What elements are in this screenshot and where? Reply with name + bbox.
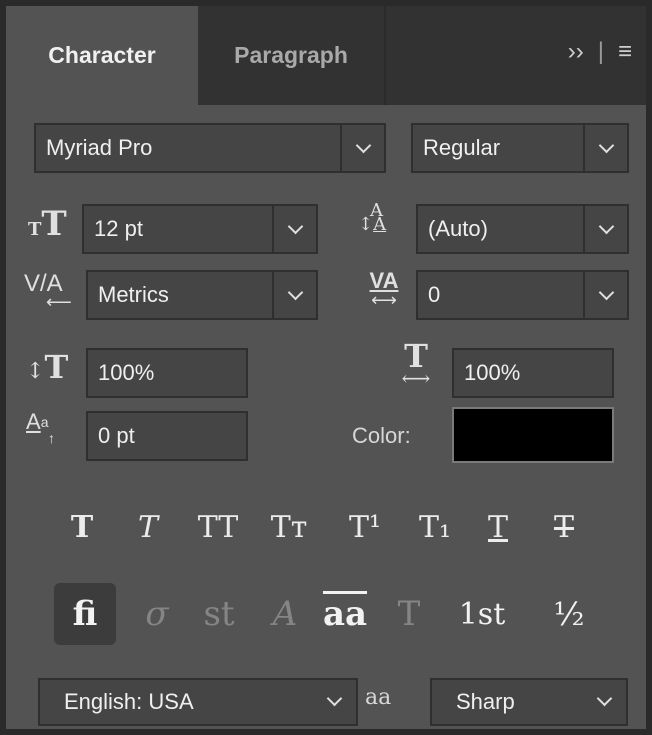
faux-italic-button[interactable]: T [122,505,174,549]
color-label: Color: [352,423,411,448]
kerning-value: Metrics [98,282,169,307]
tab-character[interactable]: Character [6,6,198,105]
chevron-down-icon [355,137,371,154]
faux-bold-button[interactable]: T [56,505,108,549]
discretionary-ligatures-button[interactable]: st [188,583,250,645]
antialiasing-icon: aa [365,685,392,710]
color-swatch[interactable] [452,407,614,463]
small-caps-button[interactable]: Tт [260,505,318,549]
font-size-icon: TT [28,204,67,244]
separator: | [597,38,604,65]
fractions-button[interactable]: ½ [538,583,600,645]
leading-dropdown[interactable]: (Auto) [416,204,629,254]
subscript-button[interactable]: T₁ [406,505,464,549]
chevron-down-icon [326,690,343,707]
menu-icon[interactable]: ≡ [618,38,632,66]
tracking-chevron[interactable] [583,272,627,318]
chevron-down-icon [598,218,614,235]
antialiasing-dropdown[interactable]: Sharp [430,678,628,726]
expand-icon[interactable]: ›› [568,38,584,66]
chevron-down-icon [596,690,613,707]
vertical-scale-input[interactable]: 100% [86,348,248,398]
standard-ligatures-button[interactable]: ﬁ [54,583,116,645]
language-dropdown[interactable]: English: USA [38,678,358,726]
tab-paragraph[interactable]: Paragraph [198,6,384,105]
tracking-value: 0 [428,282,441,307]
stylistic-alternates-button[interactable]: aa [314,583,376,645]
font-size-dropdown[interactable]: 12 pt [82,204,318,254]
language-value: English: USA [64,689,194,714]
font-style-chevron[interactable] [583,125,627,171]
font-family-chevron[interactable] [340,125,384,171]
antialiasing-value: Sharp [456,689,515,714]
character-panel: Character Paragraph ›› | ≡ Myriad Pro Re… [0,0,652,735]
font-family-dropdown[interactable]: Myriad Pro [34,123,386,173]
horizontal-scale-input[interactable]: 100% [452,348,614,398]
chevron-down-icon [287,218,303,235]
superscript-button[interactable]: T¹ [336,505,394,549]
vertical-scale-icon: ↕T [26,348,69,386]
kerning-icon: V/A ⟵ [24,270,72,312]
all-caps-button[interactable]: TT [186,505,250,549]
tab-divider [384,6,386,105]
tracking-icon: VA ⟷ [369,268,399,310]
leading-icon: A ↕A [358,200,387,235]
horizontal-scale-icon: T ⟷ [401,337,431,390]
baseline-shift-input[interactable]: 0 pt [86,411,248,461]
chevron-down-icon [598,284,614,301]
panel-controls: ›› | ≡ [568,38,632,66]
font-style-dropdown[interactable]: Regular [411,123,629,173]
contextual-alternates-button[interactable]: σ [126,583,188,645]
panel-content: Myriad Pro Regular TT 12 pt A ↕A (Auto) V… [6,105,646,735]
underline-button[interactable]: T [472,505,524,549]
chevron-down-icon [287,284,303,301]
font-size-chevron[interactable] [272,206,316,252]
tab-bar: Character Paragraph ›› | ≡ [6,6,646,105]
swash-button[interactable]: A [254,583,316,645]
font-family-value: Myriad Pro [46,135,153,160]
kerning-dropdown[interactable]: Metrics [86,270,318,320]
ordinals-button[interactable]: 1st [442,583,522,645]
strikethrough-button[interactable]: T [538,505,590,549]
font-size-value: 12 pt [94,216,143,241]
baseline-shift-icon: Aa ↑ [26,409,55,446]
titling-alternates-button[interactable]: T [378,583,440,645]
tracking-dropdown[interactable]: 0 [416,270,629,320]
kerning-chevron[interactable] [272,272,316,318]
font-style-value: Regular [423,135,501,160]
leading-value: (Auto) [428,216,488,241]
chevron-down-icon [598,137,614,154]
leading-chevron[interactable] [583,206,627,252]
